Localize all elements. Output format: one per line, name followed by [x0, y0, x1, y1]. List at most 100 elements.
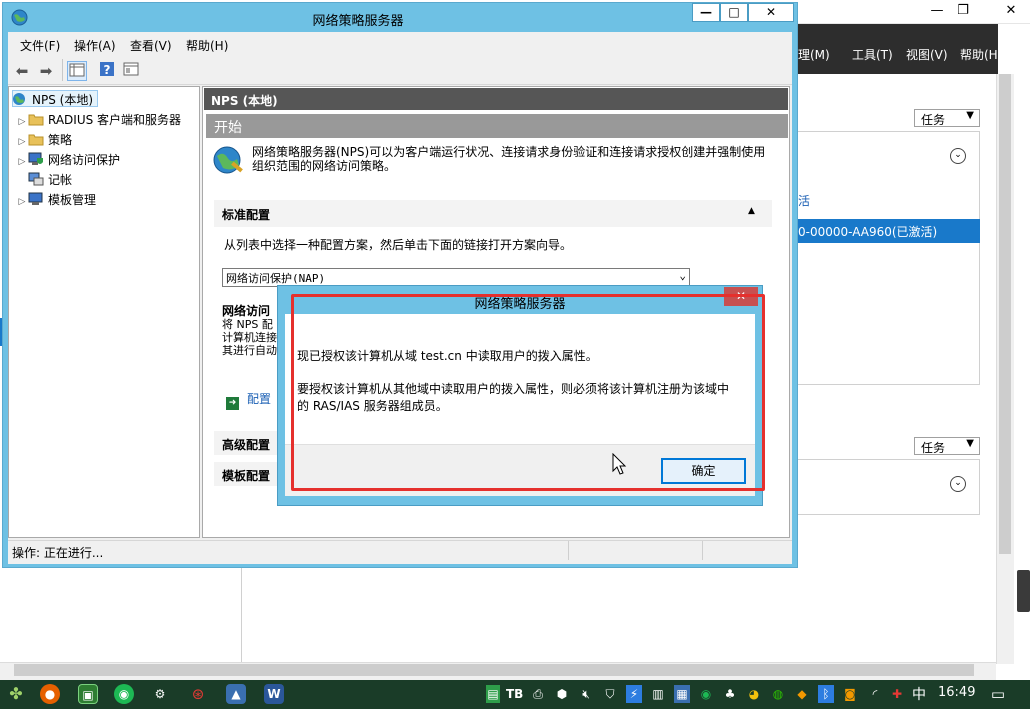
nps-close-button[interactable]: ✕: [748, 3, 794, 22]
tree-label: 网络访问保护: [48, 153, 121, 167]
tree-item-nps-local[interactable]: NPS (本地): [12, 91, 93, 111]
image-viewer-icon[interactable]: ▲: [226, 684, 246, 704]
nps-minimize-button[interactable]: —: [692, 3, 720, 22]
tree-item-nap[interactable]: ▷ 网络访问保护: [16, 151, 120, 171]
bg-menu-help[interactable]: 帮助(H: [960, 46, 998, 63]
settings-gear-icon[interactable]: ⚙: [150, 684, 170, 704]
bg-divider: [241, 568, 242, 662]
vertical-scroll-thumb[interactable]: [999, 74, 1011, 554]
lightning-icon[interactable]: ⚡: [626, 685, 642, 703]
tree-label: NPS (本地): [32, 93, 94, 107]
status-bar: [8, 540, 792, 562]
svg-text:?: ?: [104, 63, 111, 77]
shield-icon[interactable]: ⛉: [602, 685, 618, 703]
bg-menu-tools[interactable]: 工具(T): [852, 46, 893, 63]
bg-menu-manage[interactable]: 理(M): [798, 46, 830, 63]
menu-action[interactable]: 操作(A): [74, 37, 116, 54]
collapse-caret-icon[interactable]: ▲: [748, 206, 755, 216]
configure-link-label: 配置: [247, 392, 272, 406]
tree-label: 策略: [48, 133, 73, 147]
tree-label: 模板管理: [48, 193, 97, 207]
standard-config-description: 从列表中选择一种配置方案，然后单击下面的链接打开方案向导。: [224, 238, 573, 252]
tree-label: 记帐: [48, 173, 73, 187]
firefox-icon[interactable]: ●: [40, 684, 60, 704]
tray-media-icon[interactable]: ◉: [698, 685, 714, 703]
speaker-muted-icon[interactable]: 🔇︎: [578, 685, 594, 703]
tasks-label: 任务: [921, 113, 946, 127]
expand-arrow-icon[interactable]: ▷: [16, 157, 28, 167]
help-icon[interactable]: ?: [97, 61, 117, 81]
back-arrow-icon[interactable]: ⬅: [12, 61, 32, 81]
highlight-annotation-box: [291, 294, 765, 491]
id-card-icon[interactable]: ▦: [674, 685, 690, 703]
tree-item-accounting[interactable]: 记帐: [16, 171, 72, 191]
horizontal-scroll-thumb[interactable]: [14, 664, 974, 676]
template-icon: [28, 192, 44, 206]
qq-icon[interactable]: ♣: [722, 685, 738, 703]
tasks-dropdown-1[interactable]: 任务 ▼: [914, 109, 980, 127]
ime-indicator[interactable]: 中: [912, 684, 926, 704]
status-divider: [568, 541, 569, 560]
configure-nap-link[interactable]: ➜ 配置: [226, 390, 271, 410]
tasks-dropdown-2[interactable]: 任务 ▼: [914, 437, 980, 455]
bg-activation-link[interactable]: 活: [798, 192, 810, 209]
bg-card-top: [798, 131, 980, 385]
wechat-icon[interactable]: ◍: [770, 685, 786, 703]
bg-close-button[interactable]: ✕: [994, 0, 1028, 22]
collapse-circle-icon[interactable]: ⌄: [950, 148, 966, 164]
tray-tb-icon[interactable]: TB: [506, 685, 523, 703]
swirl-app-icon[interactable]: ⊛: [188, 684, 208, 704]
intro-text: 网络策略服务器(NPS)可以为客户端运行状况、连接请求身份验证和连接请求授权创建…: [252, 145, 766, 173]
nps-window-title: 网络策略服务器: [312, 14, 404, 29]
network-box-icon[interactable]: ⬢: [554, 685, 570, 703]
start-clover-icon[interactable]: ✤: [6, 684, 26, 704]
tree-label: RADIUS 客户端和服务器: [48, 113, 182, 127]
media-player-icon[interactable]: ◉: [114, 684, 134, 704]
folder-icon: [28, 132, 44, 146]
properties-panel-icon[interactable]: [121, 61, 141, 81]
chevron-down-icon: ▼: [966, 438, 974, 449]
printer-icon[interactable]: ⎙: [530, 685, 546, 703]
tray-green-icon[interactable]: ▤: [486, 685, 500, 703]
accounting-icon: [28, 172, 44, 186]
bluetooth-icon[interactable]: ᛒ: [818, 685, 834, 703]
bg-menu-view[interactable]: 视图(V): [906, 46, 948, 63]
side-gripper[interactable]: [1017, 570, 1030, 612]
tasks-label: 任务: [921, 441, 946, 455]
arrow-right-icon: ➜: [226, 397, 239, 410]
notification-center-icon[interactable]: ▭: [988, 685, 1008, 703]
app-green-icon[interactable]: ▣: [78, 684, 98, 704]
wifi-icon[interactable]: ◜: [866, 685, 884, 703]
tray-orange-icon[interactable]: ◙: [842, 685, 858, 703]
tree-item-template-mgmt[interactable]: ▷ 模板管理: [16, 191, 96, 211]
nps-titlebar[interactable]: 网络策略服务器: [3, 3, 797, 31]
expand-arrow-icon[interactable]: ▷: [16, 197, 28, 207]
pane-header: NPS (本地): [204, 88, 788, 110]
nps-maximize-button[interactable]: □: [720, 3, 748, 22]
menu-help[interactable]: 帮助(H): [186, 37, 228, 54]
toolbar-separator: [62, 59, 63, 81]
chevron-down-icon: ⌄: [679, 269, 686, 282]
taskbar-clock[interactable]: 16:49: [938, 685, 975, 700]
tray-shield-icon[interactable]: ◆: [794, 685, 810, 703]
menu-view[interactable]: 查看(V): [130, 37, 172, 54]
status-divider: [702, 541, 703, 560]
nap-description: 将 NPS 配 计算机连接 其进行自动: [222, 318, 277, 357]
getting-started-banner: 开始: [206, 114, 788, 138]
color-app-icon[interactable]: ◕: [746, 685, 762, 703]
show-hide-tree-icon[interactable]: [67, 61, 87, 81]
expand-arrow-icon[interactable]: ▷: [16, 117, 28, 127]
bg-maximize-button[interactable]: ❐: [946, 0, 980, 22]
forward-arrow-icon[interactable]: ➡: [36, 61, 56, 81]
collapse-circle-icon[interactable]: ⌄: [950, 476, 966, 492]
nps-large-globe-icon: [213, 146, 243, 174]
expand-arrow-icon[interactable]: ▷: [16, 137, 28, 147]
standard-config-header[interactable]: 标准配置: [214, 200, 772, 227]
word-icon[interactable]: W: [264, 684, 284, 704]
tray-app-icon[interactable]: ▥: [650, 685, 666, 703]
tray-red-icon[interactable]: ✚: [888, 685, 906, 703]
tree-item-policies[interactable]: ▷ 策略: [16, 131, 72, 151]
menu-file[interactable]: 文件(F): [20, 37, 60, 54]
tree-item-radius-clients[interactable]: ▷ RADIUS 客户端和服务器: [16, 111, 182, 131]
bg-selected-product-row[interactable]: 0-00000-AA960(已激活): [798, 219, 980, 243]
